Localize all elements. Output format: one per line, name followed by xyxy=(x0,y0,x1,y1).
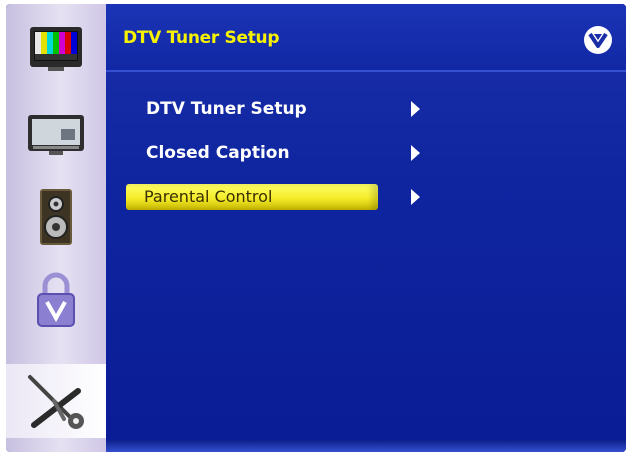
chevron-right-icon xyxy=(411,101,420,117)
menu-item-parental-control[interactable]: Parental Control xyxy=(126,183,420,211)
menu-item-label: DTV Tuner Setup xyxy=(146,99,307,119)
menu-item-label: Closed Caption xyxy=(146,143,290,163)
menu-item-closed-caption[interactable]: Closed Caption xyxy=(126,139,420,167)
menu-item-dtv-tuner-setup[interactable]: DTV Tuner Setup xyxy=(126,95,420,123)
tv-color-bars-icon xyxy=(30,27,82,71)
menu-header: DTV Tuner Setup xyxy=(106,4,626,72)
menu-panel: DTV Tuner Setup DTV Tuner Setup Closed C… xyxy=(106,4,626,452)
category-sidebar xyxy=(6,4,106,452)
padlock-icon xyxy=(37,272,75,327)
sidebar-item-picture[interactable] xyxy=(6,10,106,86)
sidebar-item-setup[interactable] xyxy=(6,364,106,438)
sidebar-item-display[interactable] xyxy=(6,96,106,172)
monitor-icon xyxy=(28,115,84,155)
page-title: DTV Tuner Setup xyxy=(123,28,280,48)
chevron-right-icon xyxy=(411,189,420,205)
tv-osd-screen: DTV Tuner Setup DTV Tuner Setup Closed C… xyxy=(6,4,626,452)
menu-item-label: Parental Control xyxy=(126,184,378,210)
sidebar-item-parental[interactable] xyxy=(6,262,106,338)
sidebar-item-audio[interactable] xyxy=(6,180,106,256)
bottom-bar xyxy=(106,440,626,452)
wrench-tools-icon xyxy=(28,375,84,429)
chevron-right-icon xyxy=(411,145,420,161)
vizio-v-logo-icon xyxy=(584,26,612,54)
speaker-icon xyxy=(40,189,72,245)
